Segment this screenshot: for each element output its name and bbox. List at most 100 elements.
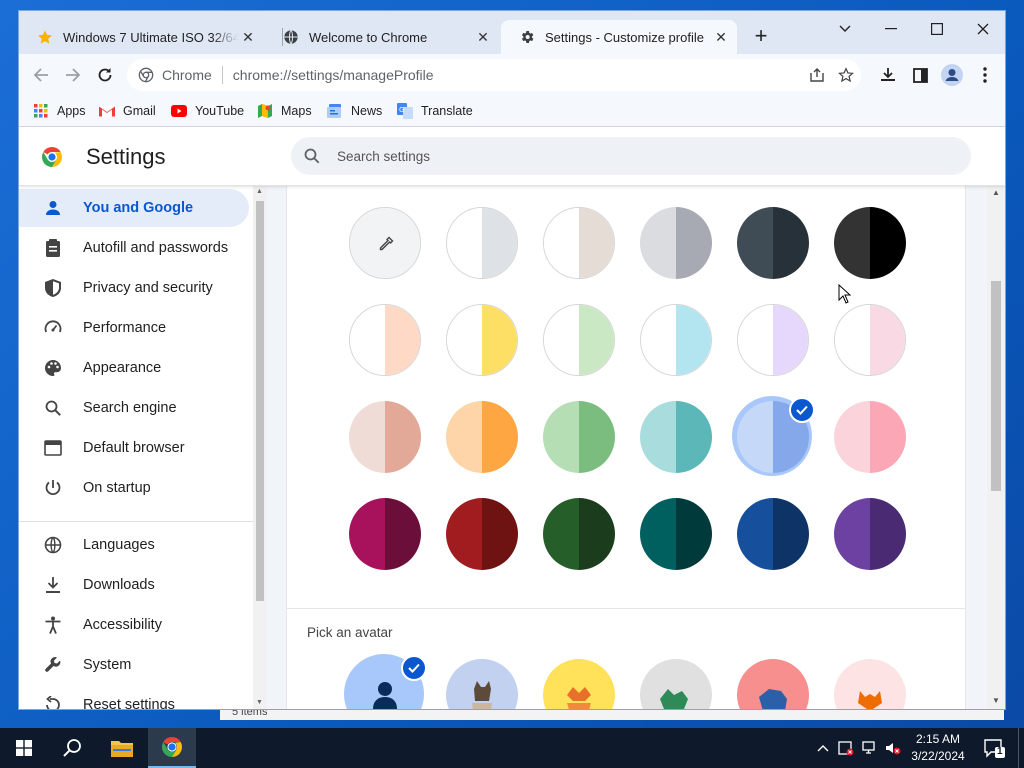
minimize-button[interactable] [868, 15, 914, 43]
sidebar-item-downloads[interactable]: Downloads [19, 566, 249, 604]
reset-icon [43, 695, 63, 709]
theme-color-swatch[interactable] [640, 401, 712, 473]
sidebar-item-appearance[interactable]: Appearance [19, 349, 249, 387]
theme-color-swatch[interactable] [737, 207, 809, 279]
profile-avatar-icon[interactable] [939, 62, 965, 88]
close-icon[interactable]: ✕ [240, 29, 256, 45]
bookmark-translate[interactable]: G Translate [397, 102, 473, 120]
theme-color-swatch[interactable] [543, 207, 615, 279]
theme-color-swatch[interactable] [640, 304, 712, 376]
close-icon[interactable]: ✕ [713, 29, 729, 45]
address-bar[interactable]: Chrome chrome://settings/manageProfile [127, 59, 861, 91]
scroll-down-arrow-icon[interactable]: ▼ [256, 699, 264, 707]
swatch-left-half [544, 305, 579, 375]
bookmark-star-icon[interactable] [836, 65, 856, 85]
theme-color-swatch[interactable] [640, 207, 712, 279]
scrollbar-thumb[interactable] [991, 281, 1001, 491]
sidebar-item-search-engine[interactable]: Search engine [19, 389, 249, 427]
sidebar-item-performance[interactable]: Performance [19, 309, 249, 347]
tab-windows7-iso[interactable]: Windows 7 Ultimate ISO 32/64-bit ✕ [19, 20, 264, 54]
bookmark-maps[interactable]: Maps [257, 102, 312, 120]
swatch-left-half [447, 305, 482, 375]
scroll-up-arrow-icon[interactable]: ▲ [992, 189, 1000, 197]
custom-color-swatch[interactable] [349, 207, 421, 279]
tab-settings-customize-profile[interactable]: Settings - Customize profile ✕ [501, 20, 737, 54]
volume-muted-icon[interactable] [885, 740, 901, 756]
scroll-up-arrow-icon[interactable]: ▲ [256, 188, 264, 196]
share-icon[interactable] [807, 65, 827, 85]
theme-color-swatch[interactable] [834, 401, 906, 473]
new-tab-button[interactable]: + [747, 23, 775, 51]
theme-color-swatch[interactable] [543, 304, 615, 376]
bookmark-youtube[interactable]: YouTube [171, 102, 244, 120]
maximize-button[interactable] [914, 15, 960, 43]
default-avatar[interactable] [344, 654, 427, 709]
sidebar-item-you-and-google[interactable]: You and Google [19, 189, 249, 227]
sidebar-item-accessibility[interactable]: Accessibility [19, 606, 249, 644]
fox-origami-avatar[interactable] [543, 659, 615, 709]
system-clock[interactable]: 2:15 AM 3/22/2024 [904, 731, 972, 765]
sidebar-item-default-browser[interactable]: Default browser [19, 429, 249, 467]
back-button[interactable] [27, 61, 55, 89]
search-input[interactable] [335, 147, 899, 165]
theme-color-swatch[interactable] [834, 304, 906, 376]
network-icon[interactable] [862, 740, 878, 756]
scroll-down-arrow-icon[interactable]: ▼ [992, 697, 1000, 705]
theme-color-swatch[interactable] [834, 498, 906, 570]
elephant-origami-avatar[interactable] [737, 659, 809, 709]
sidebar-item-reset-settings[interactable]: Reset settings [19, 686, 249, 709]
bookmark-gmail[interactable]: Gmail [99, 102, 156, 120]
theme-color-swatch[interactable] [543, 401, 615, 473]
theme-color-swatch[interactable] [349, 304, 421, 376]
tab-welcome-chrome[interactable]: Welcome to Chrome ✕ [265, 20, 499, 54]
theme-color-swatch[interactable] [446, 401, 518, 473]
sidebar-scrollbar[interactable]: ▲ ▼ [253, 185, 267, 709]
search-settings-box[interactable] [291, 137, 971, 175]
theme-color-swatch[interactable] [834, 207, 906, 279]
main-scrollbar[interactable]: ▲ ▼ [987, 185, 1005, 709]
close-window-button[interactable] [960, 15, 1005, 43]
reload-button[interactable] [91, 61, 119, 89]
theme-color-swatch[interactable] [349, 401, 421, 473]
theme-color-swatch[interactable] [737, 498, 809, 570]
theme-color-swatch[interactable] [737, 304, 809, 376]
theme-color-swatch[interactable] [446, 498, 518, 570]
forward-button[interactable] [59, 61, 87, 89]
close-icon[interactable]: ✕ [475, 29, 491, 45]
sidebar-item-system[interactable]: System [19, 646, 249, 684]
show-desktop-button[interactable] [1018, 728, 1024, 768]
theme-color-swatch[interactable] [543, 498, 615, 570]
theme-color-swatch[interactable] [349, 498, 421, 570]
start-button[interactable] [0, 728, 48, 768]
search-taskbar-icon[interactable] [48, 728, 96, 768]
theme-color-swatch[interactable] [732, 396, 815, 476]
fox2-origami-avatar[interactable] [834, 659, 906, 709]
swatch-left-half [737, 207, 773, 279]
sidebar-item-on-startup[interactable]: On startup [19, 469, 249, 507]
chevron-up-icon[interactable] [815, 740, 831, 756]
dragon-origami-avatar[interactable] [640, 659, 712, 709]
theme-color-swatch[interactable] [640, 498, 712, 570]
sidebar-item-privacy-and-security[interactable]: Privacy and security [19, 269, 249, 307]
chrome-taskbar-icon[interactable] [148, 728, 196, 768]
security-warning-icon[interactable] [838, 740, 854, 756]
action-center-icon[interactable]: 1 [983, 738, 1005, 758]
scrollbar-thumb[interactable] [256, 201, 264, 601]
sidebar-item-languages[interactable]: Languages [19, 526, 249, 564]
cat-origami-avatar[interactable] [446, 659, 518, 709]
sidebar-item-autofill-and-passwords[interactable]: Autofill and passwords [19, 229, 249, 267]
bookmark-news[interactable]: News [327, 102, 382, 120]
downloads-icon[interactable] [875, 62, 901, 88]
bookmark-apps[interactable]: Apps [33, 102, 86, 120]
url-text[interactable]: chrome://settings/manageProfile [233, 67, 434, 83]
side-panel-icon[interactable] [907, 62, 933, 88]
theme-color-swatch[interactable] [446, 304, 518, 376]
swatch-left-half [834, 498, 870, 570]
swatch-right-half [579, 208, 614, 278]
sidebar-item-label: Default browser [83, 440, 185, 456]
menu-kebab-icon[interactable] [972, 62, 998, 88]
file-explorer-icon[interactable] [98, 728, 146, 768]
tab-search-icon[interactable] [822, 15, 868, 43]
swatch-circle [834, 304, 906, 376]
theme-color-swatch[interactable] [446, 207, 518, 279]
